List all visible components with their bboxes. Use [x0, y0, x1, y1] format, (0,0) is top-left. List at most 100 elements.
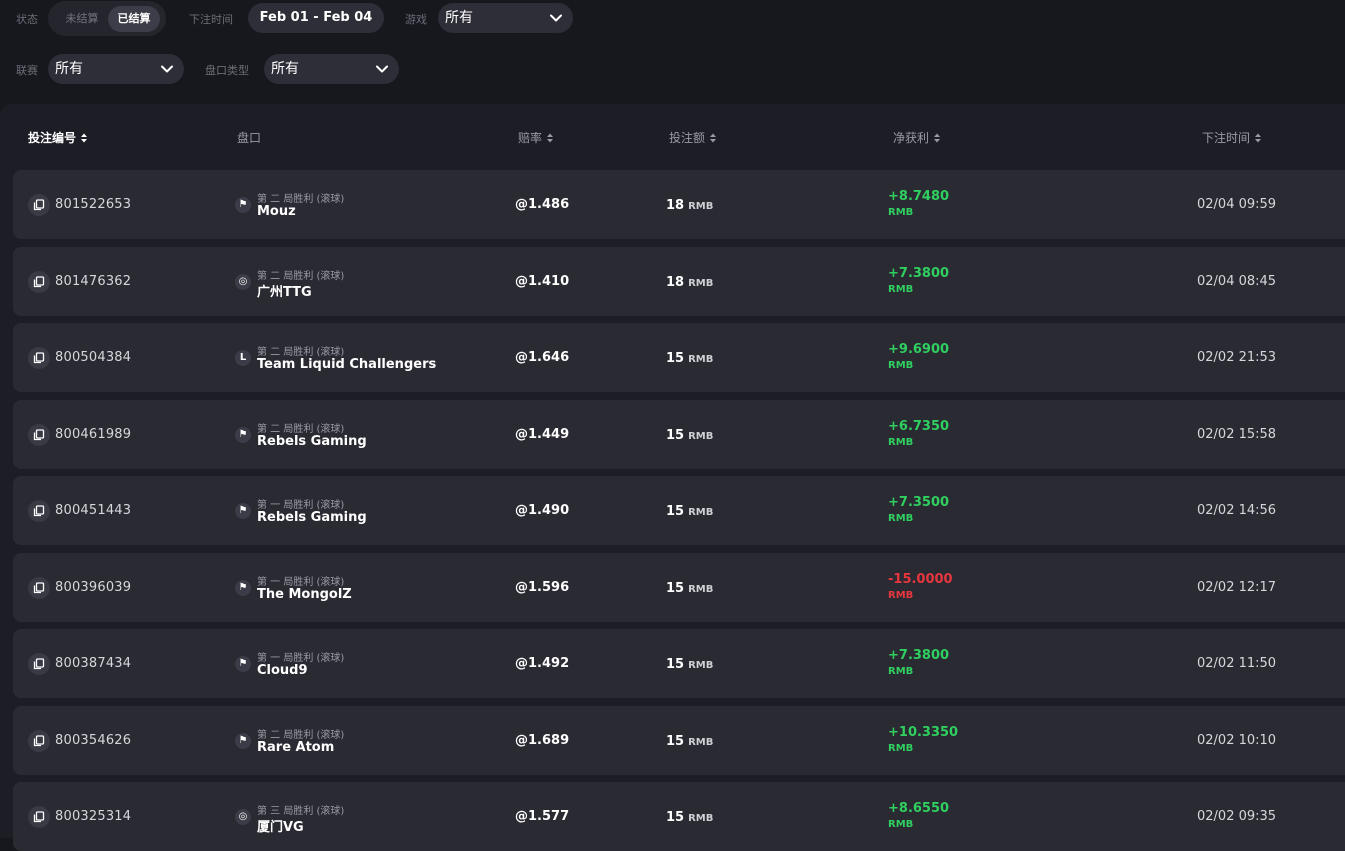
team-name: Rebels Gaming — [257, 510, 367, 525]
stake-amount: 15 RMB — [666, 351, 713, 366]
team-name: Mouz — [257, 204, 296, 219]
bet-time: 02/02 11:50 — [1197, 656, 1277, 671]
net-profit-currency: RMB — [888, 666, 914, 677]
table-row[interactable]: 800451443 ⚑ 第 一 局胜利 (滚球) Rebels Gaming @… — [13, 476, 1345, 545]
team-name: Team Liquid Challengers — [257, 357, 437, 372]
stake-amount: 15 RMB — [666, 504, 713, 519]
stake-amount: 15 RMB — [666, 810, 713, 825]
league-select[interactable]: 所有 — [48, 54, 184, 84]
stake-currency: RMB — [688, 813, 714, 824]
odds-value: @1.486 — [515, 197, 570, 212]
market-type: 第 一 局胜利 (滚球) — [257, 576, 345, 588]
copy-icon[interactable] — [28, 194, 50, 216]
table-row[interactable]: 800396039 ⚑ 第 一 局胜利 (滚球) The MongolZ @1.… — [13, 552, 1345, 622]
header-stake-label: 投注额 — [669, 131, 706, 145]
bet-time: 02/04 08:45 — [1197, 273, 1277, 289]
net-profit: +7.3500 — [888, 495, 950, 510]
stake-amount: 18 RMB — [666, 275, 713, 290]
net-profit-currency: RMB — [888, 819, 914, 830]
cs-icon: ⚑ — [235, 197, 251, 213]
dota-icon: ◎ — [235, 273, 251, 290]
bet-id: 800504384 — [55, 350, 132, 365]
header-market: 盘口 — [237, 131, 262, 145]
market-type: 第 二 局胜利 (滚球) — [257, 270, 345, 282]
market-type: 第 三 局胜利 (滚球) — [257, 806, 345, 817]
copy-icon[interactable] — [28, 270, 50, 293]
stake-value: 15 — [666, 427, 685, 443]
stake-currency: RMB — [688, 277, 714, 289]
table-row[interactable]: 800354626 ⚑ 第 二 局胜利 (滚球) Rare Atom @1.68… — [13, 705, 1345, 775]
status-unsettled-option[interactable]: 未结算 — [58, 6, 106, 32]
table-row[interactable]: 800461989 ⚑ 第 二 局胜利 (滚球) Rebels Gaming @… — [13, 399, 1345, 469]
market-type: 第 一 局胜利 (滚球) — [257, 653, 345, 664]
market-type-select[interactable]: 所有 — [264, 54, 399, 84]
bet-id: 801476362 — [55, 273, 132, 289]
status-settled-option[interactable]: 已结算 — [108, 6, 160, 32]
copy-icon[interactable] — [28, 653, 50, 675]
header-odds[interactable]: 赔率 — [518, 131, 554, 145]
odds-value: @1.492 — [515, 656, 570, 671]
header-bet-id[interactable]: 投注编号 — [28, 131, 88, 145]
league-select-value: 所有 — [55, 61, 83, 77]
stake-amount: 15 RMB — [666, 581, 713, 596]
odds-value: @1.490 — [515, 503, 570, 518]
net-profit: +7.3800 — [888, 648, 950, 663]
header-odds-label: 赔率 — [518, 131, 543, 145]
table-row[interactable]: 800504384 L 第 二 局胜利 (滚球) Team Liquid Cha… — [13, 323, 1345, 392]
league-label: 联赛 — [16, 64, 38, 77]
cs-icon: ⚑ — [235, 579, 251, 596]
header-net-profit[interactable]: 净获利 — [893, 131, 941, 145]
odds-value: @1.689 — [515, 732, 570, 748]
sort-icon — [934, 133, 941, 143]
copy-icon[interactable] — [28, 347, 50, 369]
table-row[interactable]: 801522653 ⚑ 第 二 局胜利 (滚球) Mouz @1.486 18 R… — [13, 170, 1345, 239]
bet-time: 02/02 15:58 — [1197, 426, 1277, 442]
cs-icon: ⚑ — [235, 426, 251, 443]
header-stake[interactable]: 投注额 — [669, 131, 717, 145]
cs-icon: ⚑ — [235, 656, 251, 672]
team-name: The MongolZ — [257, 586, 352, 602]
header-bet-id-label: 投注编号 — [28, 131, 77, 145]
copy-icon[interactable] — [28, 729, 50, 752]
chevron-down-icon — [376, 65, 388, 73]
table-header: 投注编号 盘口 赔率 投注额 净获利 下注时间 — [0, 104, 1345, 168]
bet-time-label: 下注时间 — [189, 13, 233, 26]
sort-icon — [1255, 133, 1262, 143]
copy-icon[interactable] — [28, 423, 50, 446]
stake-value: 18 — [666, 198, 685, 213]
sort-icon — [547, 133, 554, 143]
market-type: 第 二 局胜利 (滚球) — [257, 194, 345, 205]
date-range-picker[interactable]: Feb 01 - Feb 04 — [248, 3, 384, 33]
net-profit: +8.7480 — [888, 189, 950, 204]
market-type-label: 盘口类型 — [205, 64, 249, 77]
cs-icon: ⚑ — [235, 732, 251, 749]
bet-id: 800396039 — [55, 579, 132, 595]
table-row[interactable]: 801476362 ◎ 第 二 局胜利 (滚球) 广州TTG @1.410 18… — [13, 246, 1345, 316]
net-profit-currency: RMB — [888, 283, 914, 295]
team-name: Cloud9 — [257, 663, 308, 678]
copy-icon[interactable] — [28, 806, 50, 828]
stake-currency: RMB — [688, 507, 714, 518]
table-row[interactable]: 800387434 ⚑ 第 一 局胜利 (滚球) Cloud9 @1.492 1… — [13, 629, 1345, 698]
net-profit: +6.7350 — [888, 418, 950, 434]
net-profit: +10.3350 — [888, 724, 959, 740]
stake-amount: 15 RMB — [666, 657, 713, 672]
net-profit-currency: RMB — [888, 513, 914, 524]
stake-value: 15 — [666, 733, 685, 749]
chevron-down-icon — [161, 65, 173, 73]
bet-id: 800354626 — [55, 732, 132, 748]
game-select[interactable]: 所有 — [438, 3, 573, 33]
game-label: 游戏 — [405, 13, 427, 26]
sort-icon — [81, 133, 88, 143]
net-profit: +9.6900 — [888, 342, 950, 357]
copy-icon[interactable] — [28, 576, 50, 599]
stake-value: 15 — [666, 580, 685, 596]
copy-icon[interactable] — [28, 500, 50, 522]
stake-value: 15 — [666, 504, 685, 519]
stake-currency: RMB — [688, 201, 714, 212]
table-row[interactable]: 800325314 ◎ 第 三 局胜利 (滚球) 厦门VG @1.577 15 R… — [13, 782, 1345, 851]
stake-amount: 15 RMB — [666, 734, 713, 749]
game-select-value: 所有 — [445, 10, 473, 26]
header-bet-time[interactable]: 下注时间 — [1202, 131, 1262, 145]
odds-value: @1.577 — [515, 809, 570, 824]
